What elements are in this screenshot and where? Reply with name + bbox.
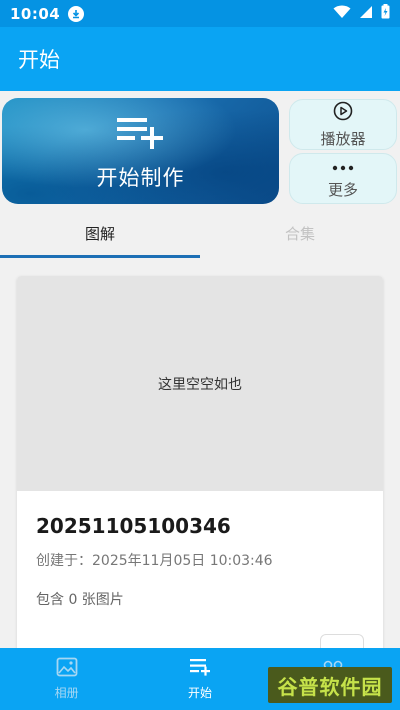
created-date: 创建于：2025年11月05日 10:03:46 — [36, 553, 273, 569]
list-add-icon — [189, 657, 211, 680]
card-preview: 这里空空如也 — [17, 276, 383, 491]
play-circle-icon — [333, 101, 353, 125]
playlist-add-icon — [116, 116, 165, 154]
tab-diagram[interactable]: 图解 — [0, 207, 200, 259]
empty-text: 这里空空如也 — [158, 376, 242, 393]
tab-bar: 图解 合集 — [0, 207, 400, 259]
image-count: 包含 0 张图片 — [36, 592, 124, 608]
tab-collection[interactable]: 合集 — [200, 207, 400, 259]
start-create-button[interactable]: 开始制作 — [2, 98, 279, 204]
project-title: 20251105100346 — [36, 514, 231, 538]
more-button[interactable]: 更多 — [289, 153, 397, 204]
album-icon — [56, 657, 78, 680]
wifi-icon — [333, 5, 351, 23]
player-label: 播放器 — [320, 129, 366, 148]
nav-start[interactable]: 开始 — [133, 648, 266, 710]
start-create-label: 开始制作 — [96, 166, 185, 190]
more-dots-icon — [332, 158, 354, 176]
nav-album[interactable]: 相册 — [0, 648, 133, 710]
project-card[interactable]: 这里空空如也 20251105100346 创建于：2025年11月05日 10… — [17, 276, 383, 656]
app-bar: 开始 — [0, 27, 400, 91]
battery-icon — [381, 4, 390, 23]
page-title: 开始 — [18, 48, 60, 72]
watermark-logo: 谷普软件园 — [268, 667, 392, 703]
status-time: 10:04 — [10, 4, 61, 23]
player-button[interactable]: 播放器 — [289, 99, 397, 150]
more-label: 更多 — [327, 180, 358, 199]
status-bar: 10:04 — [0, 0, 400, 27]
tab-indicator — [0, 255, 200, 258]
watermark-text: 谷普软件园 — [277, 674, 383, 699]
signal-icon — [359, 5, 373, 23]
download-icon — [68, 5, 85, 22]
